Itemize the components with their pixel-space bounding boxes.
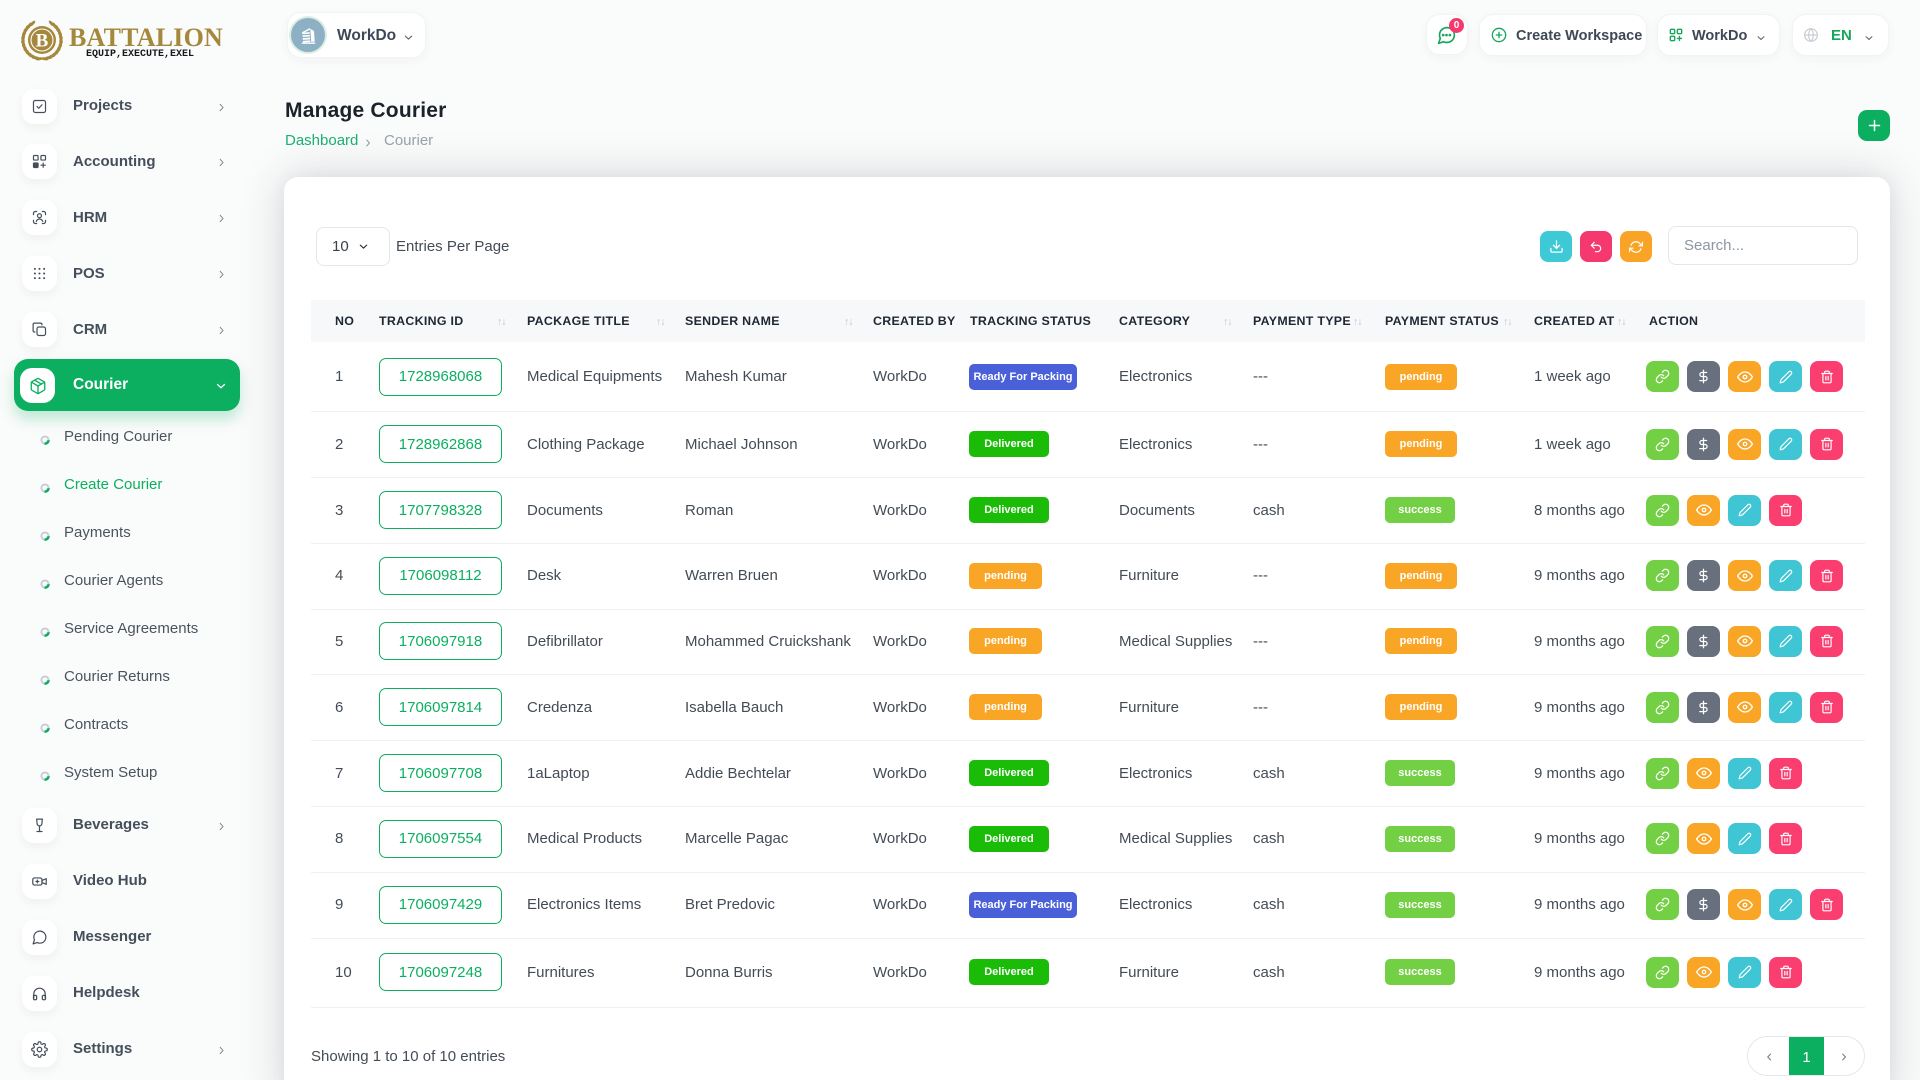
svg-text:B: B <box>36 31 49 52</box>
